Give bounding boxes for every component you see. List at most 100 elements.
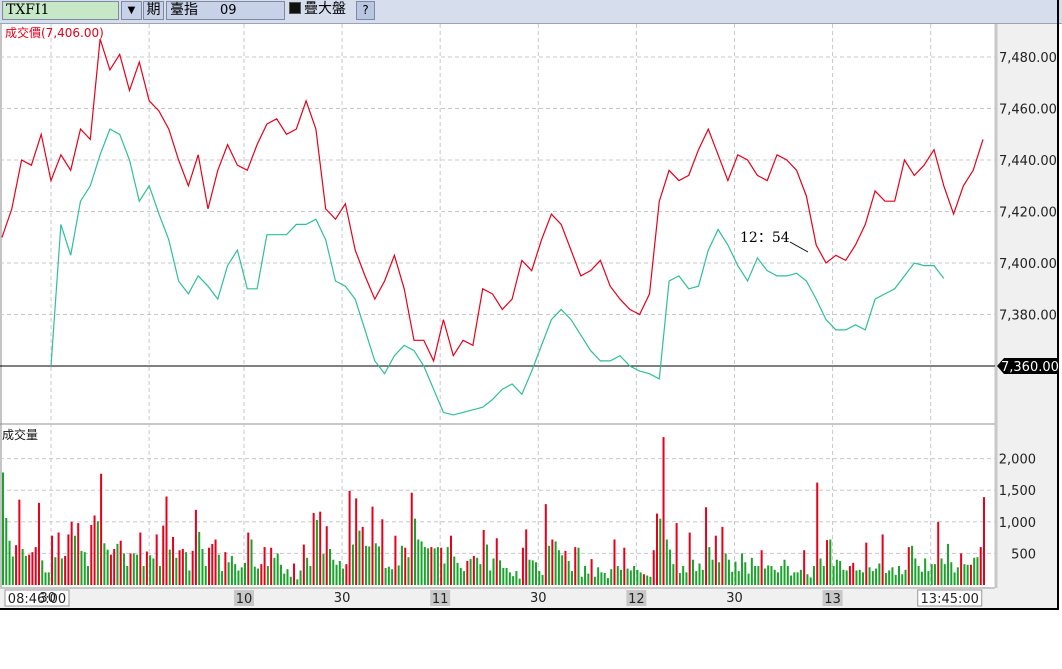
volume-bar-down <box>610 569 613 585</box>
volume-bar-up <box>495 538 498 585</box>
volume-bar-up <box>907 547 910 585</box>
volume-bar-down <box>659 518 662 585</box>
volume-bar-up <box>293 563 296 585</box>
volume-bar-down <box>436 547 439 585</box>
volume-bar-down <box>528 559 531 585</box>
volume-bar-up <box>449 535 452 585</box>
volume-bar-up <box>67 534 70 585</box>
volume-bar-down <box>132 553 135 585</box>
volume-bar-down <box>423 547 426 585</box>
volume-bar-down <box>822 566 825 585</box>
volume-bar-down <box>593 576 596 585</box>
volume-bar-down <box>47 572 50 585</box>
volume-bar-down <box>338 560 341 585</box>
volume-bar-up <box>263 547 266 585</box>
volume-bar-down <box>734 561 737 585</box>
volume-bar-up <box>675 523 678 585</box>
volume-bar-up <box>93 515 96 585</box>
volume-bar-down <box>616 566 619 585</box>
volume-bar-down <box>276 553 279 585</box>
volume-bar-down <box>839 560 842 585</box>
volume-bar-down <box>116 543 119 585</box>
volume-bar-down <box>485 544 488 585</box>
volume-bar-up <box>381 519 384 585</box>
volume-bar-down <box>606 578 609 585</box>
volume-bar-down <box>335 564 338 585</box>
volume-bar-down <box>698 563 701 585</box>
volume-bar-down <box>741 553 744 585</box>
volume-bar-down <box>54 557 57 585</box>
volume-bar-down <box>315 519 318 585</box>
volume-bar-down <box>708 547 711 585</box>
volume-bar-down <box>5 518 8 585</box>
volume-bar-down <box>570 571 573 585</box>
volume-bar-up <box>803 550 806 585</box>
volume-bar-down <box>456 562 459 585</box>
volume-bar-up <box>162 525 165 585</box>
volume-bar-down <box>378 546 381 585</box>
volume-bar-down <box>871 571 874 585</box>
volume-bar-down <box>374 543 377 585</box>
volume-bar-down <box>901 574 904 585</box>
volume-bar-up <box>642 574 645 585</box>
volume-bar-up <box>440 547 443 585</box>
volume-bar-down <box>87 566 90 585</box>
volume-bar-down <box>459 567 462 585</box>
volume-bar-down <box>407 557 410 585</box>
price-panel-title: 成交價(7,406.00) <box>5 26 104 40</box>
volume-bar-down <box>41 560 44 585</box>
volume-bar-up <box>178 550 181 585</box>
time-tick-label: 30 <box>530 591 547 606</box>
volume-bar-up <box>109 554 112 585</box>
volume-bar-down <box>230 555 233 585</box>
volume-bar-down <box>201 548 204 585</box>
volume-bar-down <box>463 571 466 585</box>
volume-bar-down <box>531 560 534 585</box>
volume-bar-down <box>950 562 953 585</box>
volume-bar-up <box>865 542 868 585</box>
volume-bar-up <box>816 482 819 585</box>
volume-bar-down <box>420 541 423 585</box>
volume-bar-up <box>662 437 665 585</box>
time-tick-label: 13 <box>824 592 841 607</box>
volume-bar-down <box>204 566 207 585</box>
volume-bar-down <box>737 571 740 585</box>
volume-bar-down <box>672 564 675 585</box>
time-tick-label: 30 <box>40 591 57 606</box>
volume-bar-up <box>688 532 691 585</box>
time-tick-label: 11 <box>432 592 449 607</box>
volume-bar-down <box>44 572 47 585</box>
volume-bar-down <box>561 555 564 585</box>
price-tick-label: 7,420.00 <box>999 206 1057 221</box>
volume-bar-down <box>518 578 521 585</box>
volume-bar-down <box>796 572 799 585</box>
volume-bar-down <box>776 572 779 585</box>
volume-bar-down <box>279 564 282 585</box>
volume-bar-up <box>119 540 122 585</box>
volume-bar-down <box>875 568 878 585</box>
volume-bar-down <box>541 574 544 585</box>
price-tick-label: 7,380.00 <box>999 309 1057 324</box>
volume-bar-down <box>780 566 783 585</box>
volume-bar-down <box>829 539 832 585</box>
volume-bar-down <box>770 566 773 585</box>
volume-bar-up <box>145 551 148 585</box>
volume-bar-down <box>505 567 508 585</box>
volume-bar-down <box>342 568 345 585</box>
volume-bar-up <box>172 536 175 585</box>
volume-bar-down <box>250 539 253 585</box>
volume-bar-up <box>90 524 93 585</box>
volume-bar-down <box>364 545 367 585</box>
volume-bar-down <box>963 564 966 585</box>
volume-bar-up <box>937 521 940 585</box>
volume-bar-up <box>51 535 54 585</box>
volume-bar-up <box>34 547 37 585</box>
volume-bar-down <box>956 567 959 585</box>
volume-bar-up <box>430 547 433 585</box>
volume-bar-down <box>888 570 891 585</box>
volume-bar-down <box>217 554 220 585</box>
time-tick-label: 30 <box>726 591 743 606</box>
volume-bar-down <box>868 567 871 585</box>
volume-bar-down <box>695 571 698 585</box>
volume-bar-down <box>891 567 894 585</box>
